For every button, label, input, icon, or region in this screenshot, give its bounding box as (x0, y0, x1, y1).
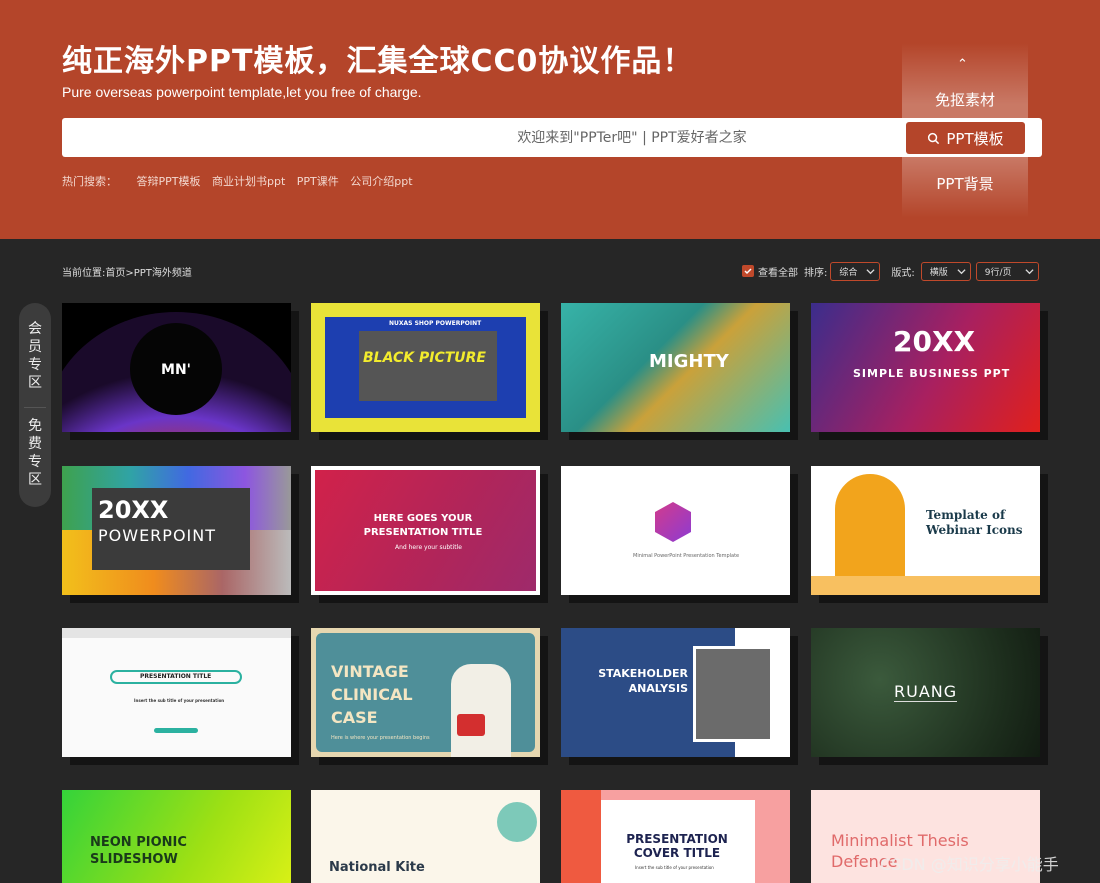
template-card[interactable]: MN' (62, 303, 291, 432)
template-card[interactable]: RUANG (811, 628, 1040, 757)
doctor-figure (451, 664, 511, 757)
search-button[interactable]: PPT模板 (906, 122, 1025, 154)
photo-strip (359, 331, 497, 401)
hero-subtitle: Pure overseas powerpoint template,let yo… (62, 84, 422, 100)
divider (24, 407, 46, 408)
chevron-down-icon (957, 268, 966, 274)
template-card[interactable]: MIGHTY (561, 303, 790, 432)
logo-hexagon (655, 502, 691, 542)
card-subtitle: Insert the sub title of your presentatio… (134, 698, 225, 703)
search-input[interactable] (62, 118, 902, 157)
side-item-free[interactable]: 免费专区 (19, 417, 51, 489)
template-card[interactable]: STAKEHOLDER ANALYSIS (561, 628, 790, 757)
card-subtitle: Insert the sub title of your presentatio… (635, 865, 714, 870)
format-value: 横版 (929, 267, 948, 278)
card-title: PRESENTATION COVER TITLE (626, 832, 728, 860)
browser-bar (62, 628, 291, 638)
photo (693, 646, 773, 742)
chevron-down-icon (1025, 268, 1034, 274)
template-card[interactable]: PRESENTATION COVER TITLE Insert the sub … (561, 790, 790, 883)
per-page-select[interactable]: 9行/页 (975, 261, 1039, 281)
side-item-label: 免费专区 (28, 418, 42, 488)
card-title: National Kite (329, 860, 425, 875)
cta-button (154, 728, 198, 733)
search-button-label: PPT模板 (946, 129, 1004, 148)
template-card[interactable]: NUXAS SHOP POWERPOINT BLACK PICTURE (311, 303, 540, 432)
format-label: 版式: (891, 267, 915, 279)
hot-searches: 热门搜索： 答辩PPT模板 商业计划书ppt PPT课件 公司介绍ppt (62, 173, 421, 189)
breadcrumb[interactable]: 当前位置:首页>PPT海外频道 (62, 264, 192, 279)
hot-link[interactable]: 公司介绍ppt (350, 175, 412, 188)
chevron-down-icon (866, 268, 875, 274)
type-option-background[interactable]: PPT背景 (902, 173, 1028, 194)
template-card[interactable]: PRESENTATION TITLE Insert the sub title … (62, 628, 291, 757)
card-title: HERE GOES YOUR PRESENTATION TITLE (363, 513, 483, 538)
card-title: 20XX (98, 496, 169, 524)
card-thumbnail: MN' (62, 312, 291, 432)
medical-kit (457, 714, 485, 736)
accent-block (561, 790, 601, 883)
card-subtitle: POWERPOINT (98, 526, 216, 545)
card-subtitle: And here your subtitle (395, 544, 462, 551)
card-subtitle: Here is where your presentation begins (331, 735, 430, 741)
template-card[interactable]: 20XX POWERPOINT (62, 466, 291, 595)
sort-select[interactable]: 综合 (830, 261, 881, 281)
card-subtitle: SIMPLE BUSINESS PPT (853, 367, 1011, 380)
card-title: NEON PIONIC SLIDESHOW (90, 835, 187, 867)
tree-shape (497, 802, 537, 842)
side-nav: 会员专区 免费专区 (19, 303, 51, 507)
card-title: BLACK PICTURE (363, 350, 486, 366)
template-card[interactable]: National Kite (311, 790, 540, 883)
card-title: MIGHTY (649, 351, 729, 372)
template-card[interactable]: 20XX SIMPLE BUSINESS PPT (811, 303, 1040, 432)
view-all-label[interactable]: 查看全部 (758, 264, 798, 279)
side-item-vip[interactable]: 会员专区 (19, 320, 51, 392)
watermark: CSDN @知识分享小能手 (880, 855, 1059, 874)
format-select[interactable]: 横版 (920, 261, 971, 281)
card-title: VINTAGE CLINICAL CASE (331, 662, 413, 727)
card-subtitle: Minimal PowerPoint Presentation Template (633, 553, 740, 559)
card-title: Template of Webinar Icons (926, 508, 1023, 537)
sort-label: 排序: (804, 267, 828, 279)
template-card[interactable]: NEON PIONIC SLIDESHOW (62, 790, 291, 883)
hot-link[interactable]: 商业计划书ppt (212, 175, 285, 188)
type-option-cutout[interactable]: 免抠素材 (902, 89, 1028, 110)
card-title: 20XX (893, 325, 976, 358)
side-item-label: 会员专区 (28, 321, 42, 391)
search-icon (928, 132, 940, 144)
template-card[interactable]: HERE GOES YOUR PRESENTATION TITLE And he… (311, 466, 540, 595)
check-icon (744, 268, 752, 275)
hero-title: 纯正海外PPT模板，汇集全球CC0协议作品！ (62, 44, 694, 79)
card-title: RUANG (894, 682, 958, 702)
hot-link[interactable]: 答辩PPT模板 (137, 175, 201, 188)
per-page-value: 9行/页 (984, 267, 1012, 278)
hot-label: 热门搜索： (62, 175, 117, 188)
wave (811, 576, 1040, 595)
card-subtitle: NUXAS SHOP POWERPOINT (389, 320, 482, 327)
template-card[interactable]: VINTAGE CLINICAL CASE Here is where your… (311, 628, 540, 757)
card-title: PRESENTATION TITLE (140, 673, 212, 680)
hero-banner: 纯正海外PPT模板，汇集全球CC0协议作品！ Pure overseas pow… (0, 0, 1100, 239)
search-bar (62, 118, 1042, 157)
sort-value: 综合 (839, 267, 858, 278)
chevron-up-icon[interactable]: ⌃ (957, 57, 968, 72)
template-card[interactable]: Template of Webinar Icons (811, 466, 1040, 595)
template-card[interactable]: Minimal PowerPoint Presentation Template (561, 466, 790, 595)
card-title: STAKEHOLDER ANALYSIS (598, 667, 688, 695)
hot-link[interactable]: PPT课件 (297, 175, 339, 188)
filter-controls: 查看全部 排序: 综合 版式: 横版 9行/页 (742, 261, 1039, 281)
view-all-checkbox[interactable] (742, 265, 754, 277)
svg-text:MN': MN' (161, 362, 191, 378)
